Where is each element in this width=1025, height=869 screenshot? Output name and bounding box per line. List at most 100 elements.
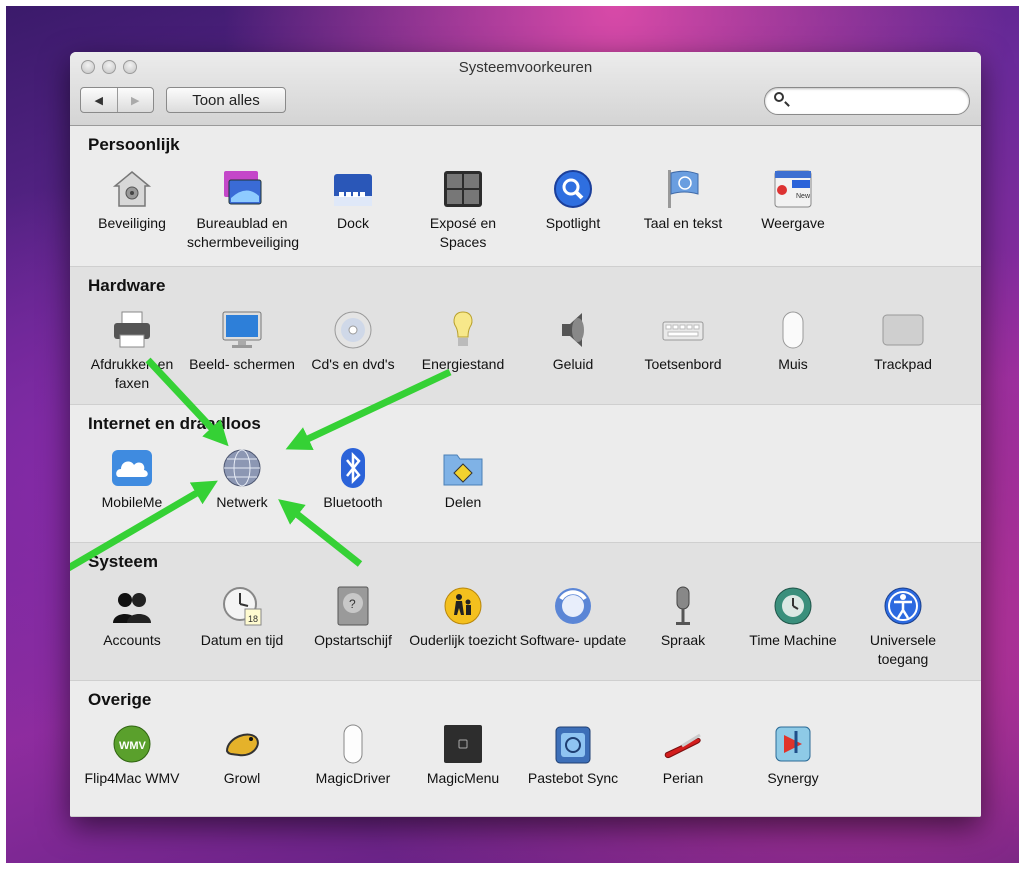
pref-pane-cd-s-en-dvd-s[interactable]: Cd's en dvd's xyxy=(298,309,408,374)
magic-mouse-icon xyxy=(332,723,374,765)
pref-pane-label: Spotlight xyxy=(545,215,601,231)
pref-pane-label: Perian xyxy=(662,770,704,786)
pref-pane-energiestand[interactable]: Energiestand xyxy=(408,309,518,374)
pref-pane-growl[interactable]: Growl xyxy=(187,723,297,788)
security-house-icon xyxy=(111,168,153,210)
pref-pane-bluetooth[interactable]: Bluetooth xyxy=(298,447,408,512)
pref-pane-afdrukken-en-faxen[interactable]: Afdrukken en faxen xyxy=(77,309,187,393)
pref-pane-label: Synergy xyxy=(767,770,819,786)
section-heading: Overige xyxy=(88,690,152,709)
pref-pane-flip4mac-wmv[interactable]: WMV Flip4Mac WMV xyxy=(77,723,187,788)
expose-spaces-icon xyxy=(442,168,484,210)
accounts-icon xyxy=(111,585,153,627)
pref-pane-label: MagicDriver xyxy=(315,770,391,786)
pref-pane-label: Datum en tijd xyxy=(200,632,284,648)
show-all-button[interactable]: Toon alles xyxy=(166,87,286,113)
pref-pane-expos-en-spaces[interactable]: Exposé en Spaces xyxy=(408,168,518,252)
startup-disk-icon: ? xyxy=(332,585,374,627)
printer-icon xyxy=(111,309,153,351)
pref-pane-spotlight[interactable]: Spotlight xyxy=(518,168,628,233)
pref-pane-beeld-schermen[interactable]: Beeld- schermen xyxy=(187,309,297,374)
svg-text:18: 18 xyxy=(248,614,258,624)
mouse-icon xyxy=(772,309,814,351)
swiss-knife-icon xyxy=(662,723,704,765)
accessibility-icon xyxy=(882,585,924,627)
svg-text:New: New xyxy=(796,193,811,200)
sharing-folder-icon xyxy=(442,447,484,489)
parental-controls-icon xyxy=(442,585,484,627)
section-overige: Overige WMV Flip4Mac WMV Growl MagicDriver Ma… xyxy=(70,681,981,817)
network-globe-icon xyxy=(221,447,263,489)
pref-pane-label: Geluid xyxy=(552,356,594,372)
trackpad-icon xyxy=(882,309,924,351)
section-heading: Systeem xyxy=(88,552,158,571)
pref-pane-spraak[interactable]: Spraak xyxy=(628,585,738,650)
speaker-icon xyxy=(552,309,594,351)
pref-pane-pastebot-sync[interactable]: Pastebot Sync xyxy=(518,723,628,788)
pref-pane-synergy[interactable]: Synergy xyxy=(738,723,848,788)
pref-pane-delen[interactable]: Delen xyxy=(408,447,518,512)
pref-pane-software-update[interactable]: Software- update xyxy=(518,585,628,650)
keyboard-icon xyxy=(662,309,704,351)
pref-pane-weergave[interactable]: New Weergave xyxy=(738,168,848,233)
pref-pane-label: Muis xyxy=(778,356,808,372)
pref-pane-label: Software- update xyxy=(519,632,627,648)
clock-calendar-icon: 18 xyxy=(221,585,263,627)
search-icon xyxy=(774,92,784,102)
svg-text:WMV: WMV xyxy=(119,740,147,752)
pref-pane-label: Delen xyxy=(444,494,482,510)
software-update-icon xyxy=(552,585,594,627)
section-hardware: Hardware Afdrukken en faxen Beeld- scherme… xyxy=(70,267,981,405)
pref-pane-label: Afdrukken en faxen xyxy=(90,356,174,391)
desktop-screensaver-icon xyxy=(221,168,263,210)
pref-pane-magicmenu[interactable]: MagicMenu xyxy=(408,723,518,788)
magicmenu-icon xyxy=(442,723,484,765)
pref-pane-label: Cd's en dvd's xyxy=(311,356,395,372)
pref-pane-time-machine[interactable]: Time Machine xyxy=(738,585,848,650)
pref-pane-mobileme[interactable]: MobileMe xyxy=(77,447,187,512)
pref-pane-label: Flip4Mac WMV xyxy=(84,770,180,786)
spotlight-icon xyxy=(552,168,594,210)
search-field[interactable] xyxy=(764,87,970,115)
time-machine-icon xyxy=(772,585,814,627)
pref-pane-label: Pastebot Sync xyxy=(527,770,619,786)
forward-button[interactable]: ▶ xyxy=(116,88,154,112)
back-forward-control: ◀ ▶ xyxy=(80,87,154,113)
cd-icon xyxy=(332,309,374,351)
cloud-icon xyxy=(111,447,153,489)
pref-pane-label: Energiestand xyxy=(421,356,505,372)
pref-pane-trackpad[interactable]: Trackpad xyxy=(848,309,958,374)
window-title: Systeemvoorkeuren xyxy=(458,59,593,76)
back-button[interactable]: ◀ xyxy=(81,88,117,112)
pref-pane-datum-en-tijd[interactable]: 18 Datum en tijd xyxy=(187,585,297,650)
section-heading: Internet en draadloos xyxy=(88,414,261,433)
pref-pane-netwerk[interactable]: Netwerk xyxy=(187,447,297,512)
pref-pane-label: Exposé en Spaces xyxy=(429,215,497,250)
pref-pane-label: Taal en tekst xyxy=(643,215,723,231)
search-input[interactable] xyxy=(791,91,965,113)
section-internet-en-draadloos: Internet en draadloos MobileMe Netwerk Blue… xyxy=(70,405,981,543)
pref-pane-geluid[interactable]: Geluid xyxy=(518,309,628,374)
pref-pane-universele-toegang[interactable]: Universele toegang xyxy=(848,585,958,669)
pref-pane-taal-en-tekst[interactable]: Taal en tekst xyxy=(628,168,738,233)
synergy-icon xyxy=(772,723,814,765)
pref-pane-label: Toetsenbord xyxy=(644,356,722,372)
microphone-icon xyxy=(662,585,704,627)
pref-pane-muis[interactable]: Muis xyxy=(738,309,848,374)
pref-pane-magicdriver[interactable]: MagicDriver xyxy=(298,723,408,788)
appearance-icon: New xyxy=(772,168,814,210)
growl-icon xyxy=(221,723,263,765)
pref-pane-dock[interactable]: Dock xyxy=(298,168,408,233)
pref-pane-label: Dock xyxy=(337,215,369,231)
pref-pane-bureaublad-en-schermbeveiliging[interactable]: Bureaublad en schermbeveiliging xyxy=(187,168,299,252)
pref-pane-label: MagicMenu xyxy=(426,770,500,786)
pref-pane-beveiliging[interactable]: Beveiliging xyxy=(77,168,187,233)
pref-pane-perian[interactable]: Perian xyxy=(628,723,738,788)
pref-pane-label: Bluetooth xyxy=(323,494,383,510)
pref-pane-ouderlijk-toezicht[interactable]: Ouderlijk toezicht xyxy=(408,585,518,650)
pref-pane-opstartschijf[interactable]: ? Opstartschijf xyxy=(298,585,408,650)
pref-pane-label: Accounts xyxy=(103,632,161,648)
pref-pane-accounts[interactable]: Accounts xyxy=(77,585,187,650)
pref-pane-toetsenbord[interactable]: Toetsenbord xyxy=(628,309,738,374)
lightbulb-icon xyxy=(442,309,484,351)
